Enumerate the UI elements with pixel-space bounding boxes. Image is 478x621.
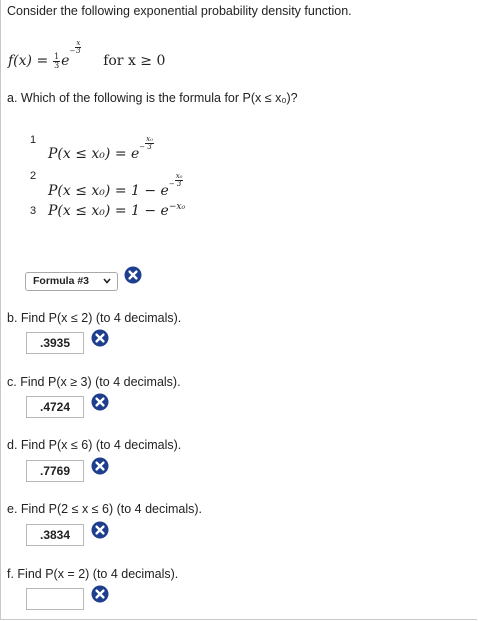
- part-e-answer-input[interactable]: .3834: [26, 524, 84, 546]
- part-b-answer-input[interactable]: .3935: [26, 332, 84, 354]
- part-b-question: b. Find P(x ≤ 2) (to 4 decimals).: [7, 311, 182, 325]
- part-c-question: c. Find P(x ≥ 3) (to 4 decimals).: [7, 375, 181, 389]
- incorrect-x-icon: [124, 266, 142, 284]
- incorrect-x-icon: [91, 393, 109, 411]
- pdf-condition: for x ≥ 0: [103, 53, 166, 69]
- intro-text: Consider the following exponential proba…: [7, 4, 352, 18]
- part-e-question: e. Find P(2 ≤ x ≤ 6) (to 4 decimals).: [7, 502, 203, 516]
- option-1-formula: P(x ≤ x₀) = e− x₀ 3: [48, 135, 154, 162]
- pdf-lhs: f(x) =: [8, 53, 49, 69]
- incorrect-x-icon: [91, 457, 109, 475]
- part-a-question: a. Which of the following is the formula…: [7, 91, 298, 105]
- chevron-down-icon: [103, 278, 111, 284]
- formula-select[interactable]: Formula #3: [25, 272, 118, 291]
- option-2-formula: P(x ≤ x₀) = 1 − e− x₀ 3: [48, 172, 184, 199]
- option-2-number: 2: [30, 170, 37, 182]
- pdf-exponent: − x 3: [69, 39, 82, 55]
- option-1-number: 1: [30, 134, 37, 146]
- pdf-base: e: [61, 53, 70, 69]
- formula-select-value: Formula #3: [33, 275, 90, 287]
- incorrect-x-icon: [91, 329, 109, 347]
- part-d-answer-input[interactable]: .7769: [26, 460, 84, 482]
- option-3-number: 3: [30, 205, 37, 217]
- part-c-answer-input[interactable]: .4724: [26, 396, 84, 418]
- pdf-coefficient: 13: [53, 51, 61, 70]
- part-f-question: f. Find P(x = 2) (to 4 decimals).: [7, 567, 179, 581]
- part-f-answer-input[interactable]: [26, 588, 84, 610]
- part-d-question: d. Find P(x ≤ 6) (to 4 decimals).: [7, 438, 182, 452]
- option-3-formula: P(x ≤ x₀) = 1 − e−x₀: [48, 202, 186, 219]
- pdf-formula: f(x) = 1 3 e− x 3 for x ≥ 0: [8, 40, 165, 71]
- incorrect-x-icon: [91, 521, 109, 539]
- incorrect-x-icon: [91, 585, 109, 603]
